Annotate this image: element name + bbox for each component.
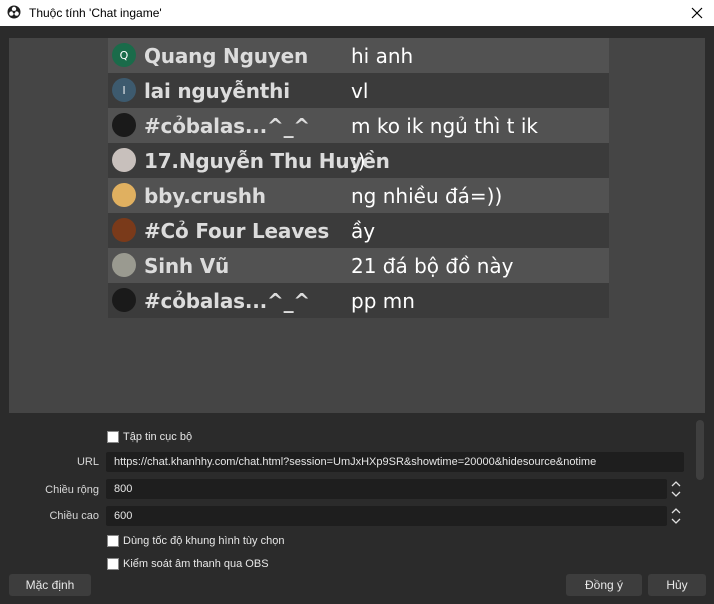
width-stepper[interactable] — [669, 479, 683, 499]
local-file-checkbox[interactable] — [107, 431, 119, 443]
chat-message: ầy — [351, 219, 376, 243]
avatar — [112, 113, 136, 137]
chat-row: 17.Nguyễn Thu Huyền:) — [108, 143, 609, 178]
close-icon — [691, 7, 703, 19]
chat-row: #Cỏ Four Leaves ầy — [108, 213, 609, 248]
chat-message: m ko ik ngủ thì t ik — [351, 114, 538, 138]
avatar: Q — [112, 43, 136, 67]
chat-username: #cỏbalas...^_^ — [144, 289, 310, 313]
height-input[interactable]: 600 — [106, 506, 667, 526]
local-file-label: Tập tin cục bộ — [123, 431, 193, 443]
properties-scrollbar[interactable] — [696, 420, 704, 480]
chat-username: #cỏbalas...^_^ — [144, 114, 310, 138]
cancel-button[interactable]: Hủy — [648, 574, 706, 596]
avatar: l — [112, 78, 136, 102]
width-input[interactable]: 800 — [106, 479, 667, 499]
chat-row: bby.crushh ng nhiều đá=)) — [108, 178, 609, 213]
chat-username: Sinh Vũ — [144, 254, 230, 278]
chat-message: ng nhiều đá=)) — [351, 184, 503, 208]
url-input[interactable]: https://chat.khanhhy.com/chat.html?sessi… — [106, 452, 684, 472]
chevron-down-icon[interactable] — [669, 516, 683, 526]
chat-username: bby.crushh — [144, 184, 266, 208]
chat-message: :) — [351, 149, 366, 173]
chevron-down-icon[interactable] — [669, 489, 683, 499]
url-label: URL — [76, 456, 99, 468]
close-button[interactable] — [680, 0, 714, 26]
avatar — [112, 218, 136, 242]
defaults-button[interactable]: Mặc định — [9, 574, 91, 596]
chat-row: #cỏbalas...^_^ m ko ik ngủ thì t ik — [108, 108, 609, 143]
chat-row: l lai nguyễnthi vl — [108, 73, 609, 108]
height-label: Chiều cao — [49, 510, 99, 522]
chat-username: lai nguyễnthi — [144, 79, 290, 103]
chat-username: Quang Nguyen — [144, 44, 308, 68]
avatar — [112, 288, 136, 312]
obs-logo-icon — [7, 5, 21, 19]
avatar — [112, 253, 136, 277]
chevron-up-icon[interactable] — [669, 506, 683, 516]
window-title: Thuộc tính 'Chat ingame' — [29, 6, 162, 20]
custom-fps-checkbox[interactable] — [107, 535, 119, 547]
custom-fps-label: Dùng tốc độ khung hình tùy chọn — [123, 535, 285, 547]
chat-message: vl — [351, 79, 369, 103]
height-stepper[interactable] — [669, 506, 683, 526]
chat-message: 21 đá bộ đồ này — [351, 254, 514, 278]
control-audio-label: Kiểm soát âm thanh qua OBS — [123, 558, 269, 570]
chat-message: hi anh — [351, 44, 414, 68]
control-audio-checkbox[interactable] — [107, 558, 119, 570]
avatar — [112, 183, 136, 207]
chevron-up-icon[interactable] — [669, 479, 683, 489]
chat-message: pp mn — [351, 289, 415, 313]
avatar — [112, 148, 136, 172]
ok-button[interactable]: Đồng ý — [566, 574, 642, 596]
chat-row: Q Quang Nguyen hi anh — [108, 38, 609, 73]
chat-row: Sinh Vũ 21 đá bộ đồ này — [108, 248, 609, 283]
chat-username: #Cỏ Four Leaves — [144, 219, 330, 243]
chat-row: #cỏbalas...^_^ pp mn — [108, 283, 609, 318]
width-label: Chiều rộng — [45, 484, 99, 496]
chat-list: Q Quang Nguyen hi anh l lai nguyễnthi vl #cỏba… — [108, 38, 609, 318]
title-bar: Thuộc tính 'Chat ingame' — [0, 0, 714, 26]
